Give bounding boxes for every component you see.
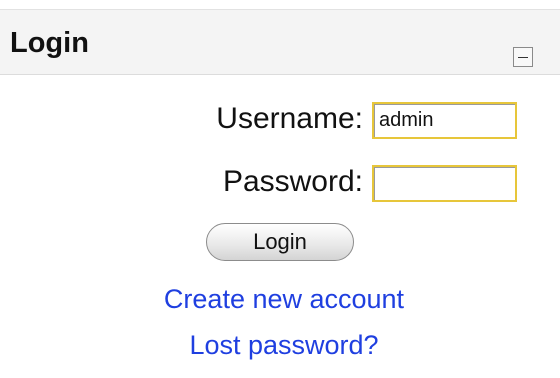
login-button[interactable]: Login [206,223,354,261]
create-account-link[interactable]: Create new account [4,283,560,315]
login-block: Login Username: Password: Login Create n… [0,0,560,378]
password-input[interactable] [372,165,517,202]
top-divider [0,0,560,10]
password-label: Password: [222,165,363,198]
block-title: Login [10,27,89,59]
lost-password-link[interactable]: Lost password? [4,329,560,361]
username-label: Username: [216,102,363,135]
block-header: Login [0,10,560,75]
username-input[interactable] [372,102,517,139]
password-row: Password: [0,162,560,202]
collapse-button[interactable] [513,47,533,67]
username-row: Username: [0,99,560,139]
minus-icon [518,57,528,58]
